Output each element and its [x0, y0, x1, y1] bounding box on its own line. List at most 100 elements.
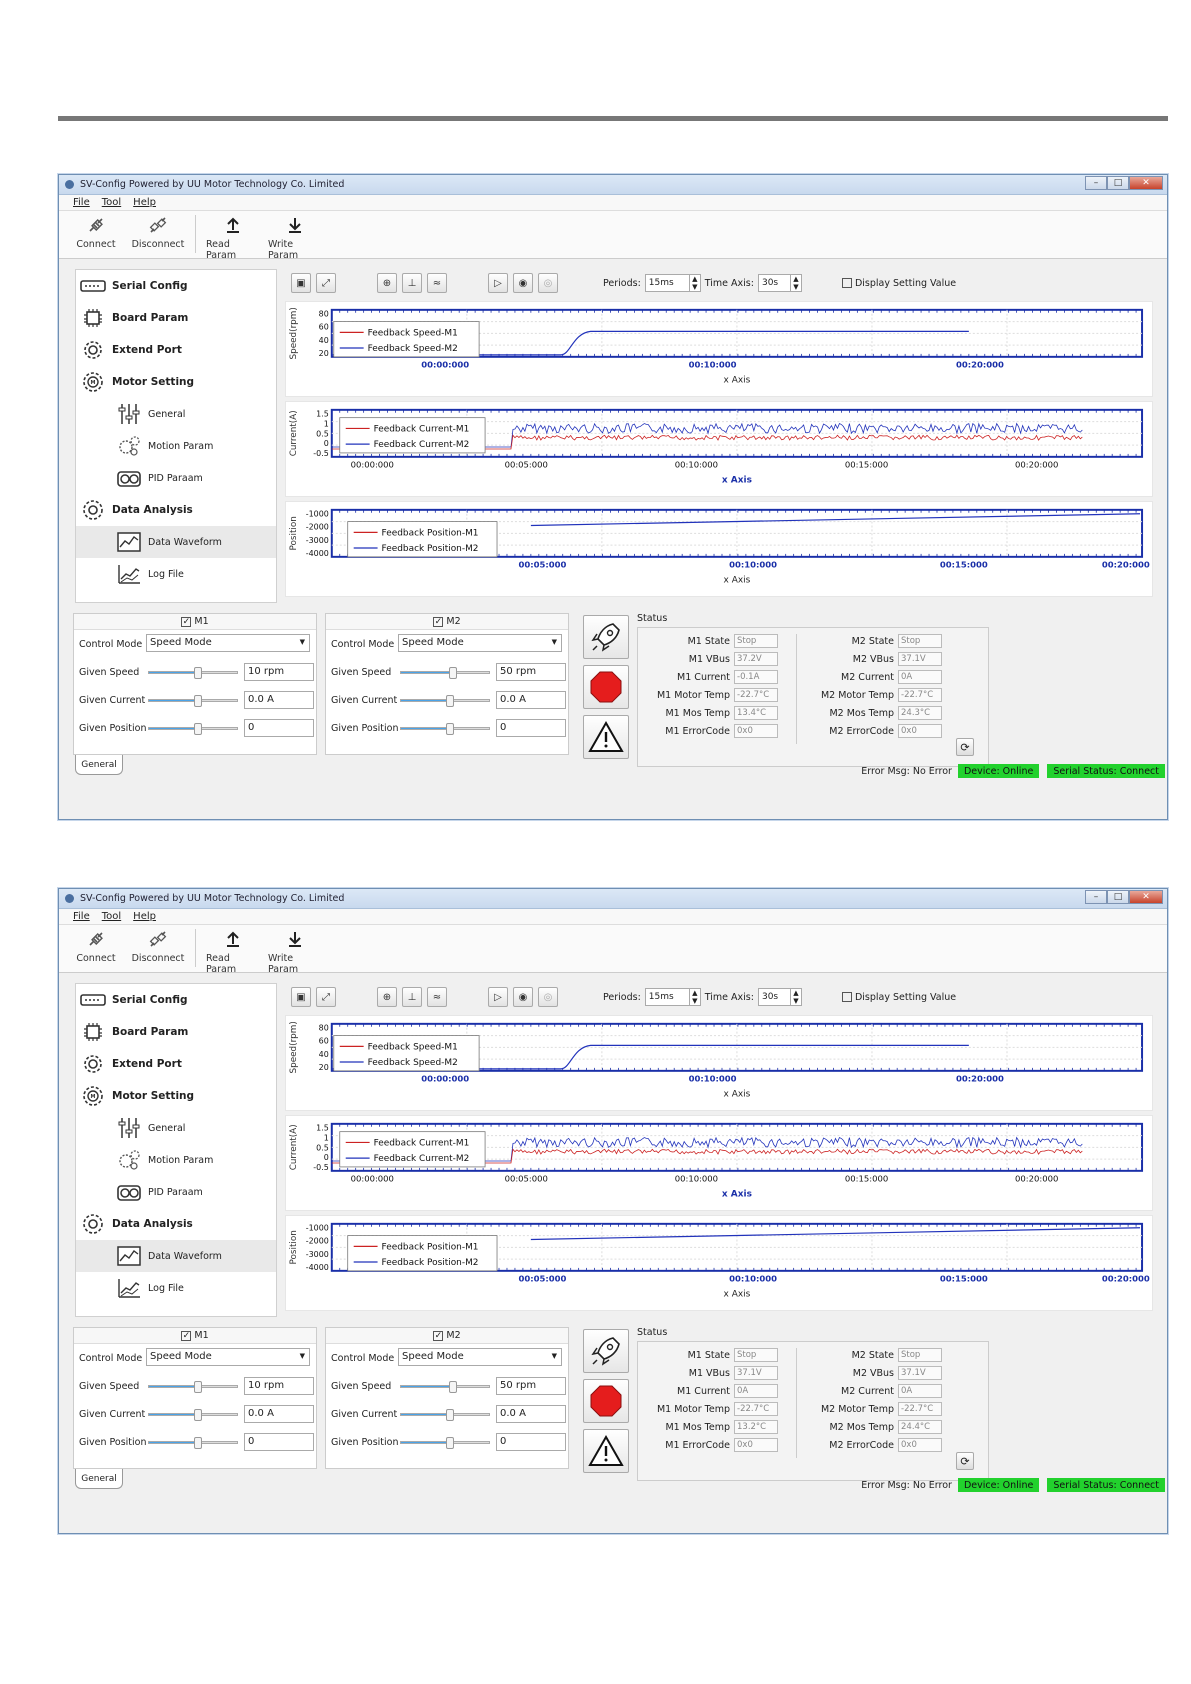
play-icon[interactable]: ▷	[488, 273, 508, 293]
slider-handle[interactable]	[194, 723, 202, 735]
nav-serial-config[interactable]: Serial Config	[76, 984, 276, 1016]
nav-serial-config[interactable]: Serial Config	[76, 270, 276, 302]
close-button[interactable]: ✕	[1129, 176, 1163, 190]
m2-position-slider[interactable]	[400, 1437, 490, 1449]
disconnect-button[interactable]: Disconnect	[131, 929, 185, 964]
nav-motor-setting[interactable]: M Motor Setting	[76, 366, 276, 398]
save-icon[interactable]: ▣	[291, 987, 311, 1007]
emergency-stop-button[interactable]	[583, 1379, 629, 1423]
m1-given-speed-input[interactable]: 10 rpm	[244, 1377, 314, 1395]
nav-pid-param[interactable]: PID Paraam	[76, 462, 276, 494]
slider-handle[interactable]	[194, 667, 202, 679]
m1-current-slider[interactable]	[148, 1409, 238, 1421]
nav-extend-port[interactable]: Extend Port	[76, 334, 276, 366]
nav-motion-param[interactable]: Motion Param	[76, 1144, 276, 1176]
slider-handle[interactable]	[194, 1437, 202, 1449]
slider-handle[interactable]	[194, 1409, 202, 1421]
slider-handle[interactable]	[446, 723, 454, 735]
m1-checkbox[interactable]: ✓	[181, 1330, 192, 1341]
emergency-stop-button[interactable]	[583, 665, 629, 709]
m2-current-slider[interactable]	[400, 1409, 490, 1421]
nav-motion-param[interactable]: Motion Param	[76, 430, 276, 462]
m1-control-mode-select[interactable]: Speed Mode ▼	[146, 634, 310, 652]
m1-given-current-input[interactable]: 0.0 A	[244, 691, 314, 709]
m1-given-speed-input[interactable]: 10 rpm	[244, 663, 314, 681]
expand-icon[interactable]: ⤢	[316, 273, 336, 293]
m2-given-current-input[interactable]: 0.0 A	[496, 1405, 566, 1423]
m1-given-position-input[interactable]: 0	[244, 1433, 314, 1451]
periods-spinbox[interactable]: 15ms ▲ ▼	[644, 274, 701, 292]
menu-help[interactable]: Help	[133, 911, 156, 922]
menu-tool[interactable]: Tool	[102, 911, 121, 922]
slider-handle[interactable]	[446, 695, 454, 707]
write-param-button[interactable]: Write Param	[268, 215, 322, 261]
nav-data-analysis[interactable]: Data Analysis	[76, 494, 276, 526]
play-icon[interactable]: ▷	[488, 987, 508, 1007]
nav-general[interactable]: General	[76, 1112, 276, 1144]
stop-icon[interactable]: ◉	[513, 987, 533, 1007]
refresh-icon[interactable]: ⟳	[956, 738, 974, 756]
trend-icon[interactable]: ≈	[427, 273, 447, 293]
slider-handle[interactable]	[446, 1437, 454, 1449]
crosshair-icon[interactable]: ⊕	[377, 273, 397, 293]
display-setting-checkbox[interactable]	[841, 992, 852, 1002]
m1-given-current-input[interactable]: 0.0 A	[244, 1405, 314, 1423]
m1-position-slider[interactable]	[148, 723, 238, 735]
m2-checkbox[interactable]: ✓	[433, 616, 444, 627]
m1-control-mode-select[interactable]: Speed Mode ▼	[146, 1348, 310, 1366]
launch-button[interactable]	[583, 1329, 629, 1373]
slider-handle[interactable]	[449, 667, 457, 679]
menu-help[interactable]: Help	[133, 197, 156, 208]
m2-given-speed-input[interactable]: 50 rpm	[496, 1377, 566, 1395]
menu-file[interactable]: File	[73, 197, 90, 208]
m1-speed-slider[interactable]	[148, 1381, 238, 1393]
m1-speed-slider[interactable]	[148, 667, 238, 679]
nav-extend-port[interactable]: Extend Port	[76, 1048, 276, 1080]
m1-checkbox[interactable]: ✓	[181, 616, 192, 627]
m2-speed-slider[interactable]	[400, 1381, 490, 1393]
m2-given-speed-input[interactable]: 50 rpm	[496, 663, 566, 681]
menu-tool[interactable]: Tool	[102, 197, 121, 208]
time-axis-spinbox[interactable]: 30s ▲ ▼	[757, 274, 802, 292]
axis-icon[interactable]: ⊥	[402, 987, 422, 1007]
spin-arrows-icon[interactable]: ▲ ▼	[688, 989, 700, 1005]
disconnect-button[interactable]: Disconnect	[131, 215, 185, 250]
slider-handle[interactable]	[449, 1381, 457, 1393]
spin-arrows-icon[interactable]: ▲ ▼	[789, 989, 801, 1005]
nav-data-waveform[interactable]: Data Waveform	[76, 526, 276, 558]
read-param-button[interactable]: Read Param	[206, 215, 260, 261]
nav-data-waveform[interactable]: Data Waveform	[76, 1240, 276, 1272]
connect-button[interactable]: Connect	[69, 215, 123, 250]
minimize-button[interactable]: –	[1085, 890, 1107, 904]
slider-handle[interactable]	[446, 1409, 454, 1421]
time-axis-spinbox[interactable]: 30s ▲ ▼	[757, 988, 802, 1006]
m2-control-mode-select[interactable]: Speed Mode ▼	[398, 1348, 562, 1366]
save-icon[interactable]: ▣	[291, 273, 311, 293]
nav-general[interactable]: General	[76, 398, 276, 430]
refresh-icon[interactable]: ⟳	[956, 1452, 974, 1470]
nav-log-file[interactable]: Log File	[76, 558, 276, 590]
warning-button[interactable]	[583, 715, 629, 759]
warning-button[interactable]	[583, 1429, 629, 1473]
axis-icon[interactable]: ⊥	[402, 273, 422, 293]
m2-given-current-input[interactable]: 0.0 A	[496, 691, 566, 709]
m2-control-mode-select[interactable]: Speed Mode ▼	[398, 634, 562, 652]
m2-speed-slider[interactable]	[400, 667, 490, 679]
m1-current-slider[interactable]	[148, 695, 238, 707]
m1-position-slider[interactable]	[148, 1437, 238, 1449]
m2-current-slider[interactable]	[400, 695, 490, 707]
nav-pid-param[interactable]: PID Paraam	[76, 1176, 276, 1208]
m2-given-position-input[interactable]: 0	[496, 1433, 566, 1451]
trend-icon[interactable]: ≈	[427, 987, 447, 1007]
read-param-button[interactable]: Read Param	[206, 929, 260, 975]
slider-handle[interactable]	[194, 1381, 202, 1393]
slider-handle[interactable]	[194, 695, 202, 707]
connect-button[interactable]: Connect	[69, 929, 123, 964]
menu-file[interactable]: File	[73, 911, 90, 922]
nav-board-param[interactable]: Board Param	[76, 1016, 276, 1048]
m1-given-position-input[interactable]: 0	[244, 719, 314, 737]
pause-icon[interactable]: ◎	[538, 273, 558, 293]
crosshair-icon[interactable]: ⊕	[377, 987, 397, 1007]
m2-checkbox[interactable]: ✓	[433, 1330, 444, 1341]
nav-motor-setting[interactable]: M Motor Setting	[76, 1080, 276, 1112]
